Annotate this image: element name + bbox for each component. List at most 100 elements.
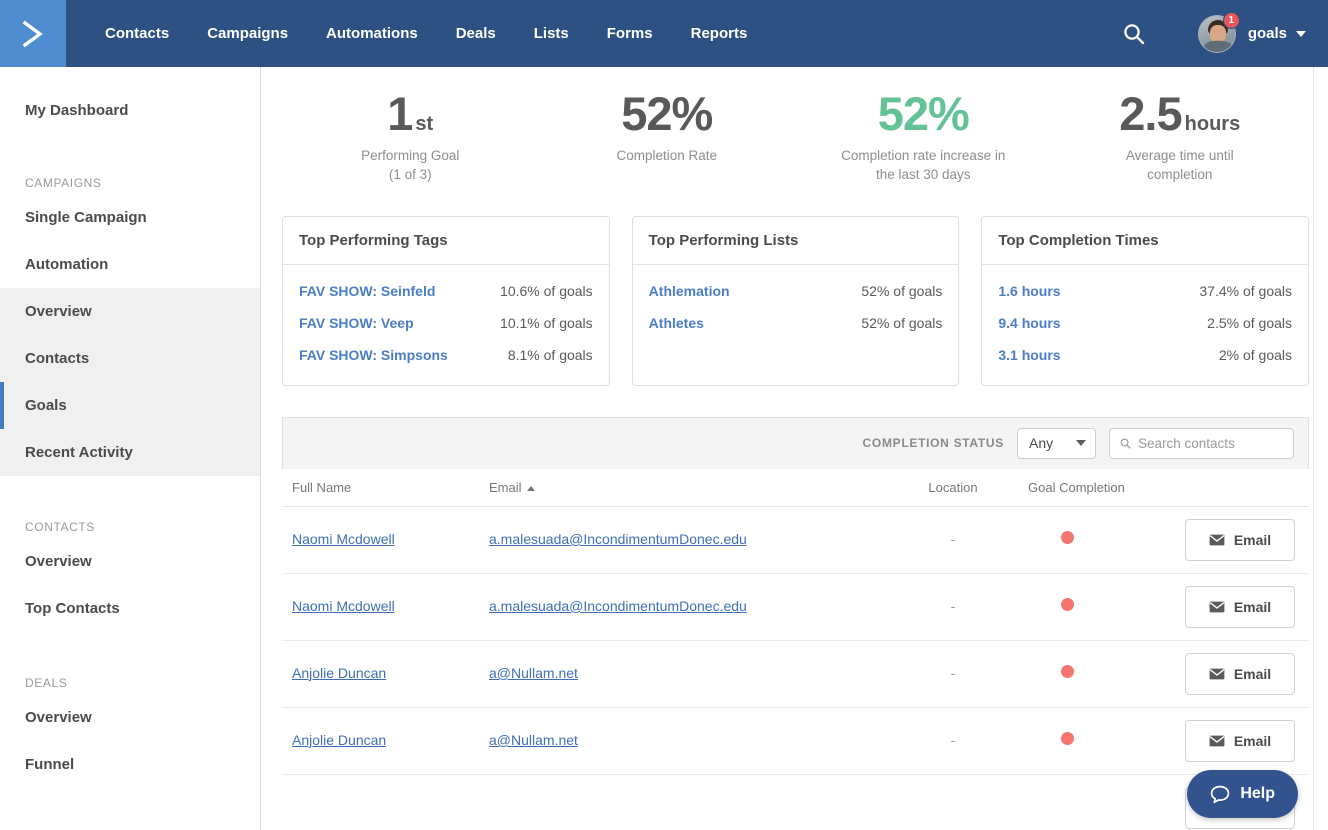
search-icon bbox=[1124, 23, 1145, 44]
column-header-goal-completion[interactable]: Goal Completion bbox=[1013, 480, 1163, 495]
nav-item-forms[interactable]: Forms bbox=[588, 0, 672, 67]
kpi-number: 1 bbox=[387, 87, 413, 140]
envelope-icon bbox=[1209, 668, 1225, 680]
sidebar-item-label: Recent Activity bbox=[25, 444, 133, 461]
card-item-link[interactable]: Athletes bbox=[649, 315, 704, 331]
sidebar-item-campaigns-contacts[interactable]: Contacts bbox=[0, 335, 260, 382]
cell-location: - bbox=[893, 665, 1013, 683]
contact-email-link[interactable]: a.malesuada@IncondimentumDonec.edu bbox=[489, 531, 747, 547]
card-body: FAV SHOW: Seinfeld 10.6% of goals FAV SH… bbox=[283, 265, 609, 385]
top-nav-right-cluster: 1 goals bbox=[1114, 0, 1328, 67]
kpi-unit: hours bbox=[1184, 113, 1241, 135]
content-right-divider bbox=[1313, 67, 1314, 830]
contact-name-link[interactable]: Naomi Mcdowell bbox=[292, 531, 395, 547]
card-item-link[interactable]: 9.4 hours bbox=[998, 315, 1060, 331]
table-row: Naomi Mcdowell a.malesuada@Incondimentum… bbox=[282, 507, 1309, 574]
kpi-value: 2.5 hours bbox=[1052, 89, 1309, 139]
location-value: - bbox=[950, 664, 956, 681]
card-list-item: FAV SHOW: Veep 10.1% of goals bbox=[299, 307, 593, 339]
table-row: Anjolie Duncan a@Nullam.net - Email bbox=[282, 641, 1309, 708]
table-filter-bar: COMPLETION STATUS Any bbox=[282, 416, 1309, 469]
card-list-item: Athletes 52% of goals bbox=[649, 307, 943, 339]
nav-item-deals[interactable]: Deals bbox=[437, 0, 515, 67]
help-widget-label: Help bbox=[1240, 785, 1275, 802]
cell-email: a.malesuada@IncondimentumDonec.edu bbox=[489, 598, 893, 616]
email-button-label: Email bbox=[1233, 665, 1272, 682]
sidebar-item-contacts-overview[interactable]: Overview bbox=[0, 538, 260, 585]
nav-item-reports[interactable]: Reports bbox=[672, 0, 767, 67]
sidebar-item-label: My Dashboard bbox=[25, 102, 129, 119]
sidebar-heading-contacts: CONTACTS bbox=[25, 520, 95, 534]
card-item-value: 8.1% of goals bbox=[507, 346, 593, 363]
sidebar-item-label: Contacts bbox=[25, 350, 90, 367]
card-body: Athlemation 52% of goals Athletes 52% of… bbox=[633, 265, 959, 367]
contact-email-link[interactable]: a.malesuada@IncondimentumDonec.edu bbox=[489, 598, 747, 614]
sidebar-item-goals[interactable]: Goals bbox=[0, 382, 260, 429]
sidebar-item-single-campaign[interactable]: Single Campaign bbox=[0, 194, 260, 241]
card-title: Top Performing Tags bbox=[283, 217, 609, 265]
kpi-label-line1: Performing Goal bbox=[361, 147, 460, 163]
cell-location: - bbox=[893, 732, 1013, 750]
contact-name-link[interactable]: Anjolie Duncan bbox=[292, 732, 386, 748]
card-item-value: 10.1% of goals bbox=[500, 314, 593, 331]
email-button[interactable]: Email bbox=[1185, 719, 1295, 762]
card-list-item: FAV SHOW: Seinfeld 10.6% of goals bbox=[299, 275, 593, 307]
sidebar-item-funnel[interactable]: Funnel bbox=[0, 741, 260, 788]
user-name-label: goals bbox=[1247, 25, 1287, 42]
search-contacts-box[interactable] bbox=[1109, 427, 1294, 459]
completion-status-select[interactable]: Any bbox=[1017, 427, 1096, 459]
email-button[interactable]: Email bbox=[1185, 585, 1295, 628]
kpi-label: Completion Rate bbox=[572, 146, 762, 166]
card-item-link[interactable]: 3.1 hours bbox=[998, 347, 1060, 363]
contact-name-link[interactable]: Naomi Mcdowell bbox=[292, 598, 395, 614]
location-value: - bbox=[950, 597, 956, 614]
help-widget-button[interactable]: Help bbox=[1187, 770, 1298, 818]
column-header-full-name[interactable]: Full Name bbox=[282, 480, 489, 495]
email-button-label: Email bbox=[1233, 598, 1272, 615]
sidebar-item-deals-overview[interactable]: Overview bbox=[0, 694, 260, 741]
card-item-value: 52% of goals bbox=[861, 282, 943, 299]
card-item-link[interactable]: Athlemation bbox=[649, 283, 730, 299]
status-dot-icon bbox=[1061, 731, 1074, 745]
sidebar-item-my-dashboard[interactable]: My Dashboard bbox=[0, 87, 260, 134]
kpi-label-line2: (1 of 3) bbox=[388, 167, 432, 183]
card-top-performing-lists: Top Performing Lists Athlemation 52% of … bbox=[631, 215, 960, 386]
sidebar-item-automation[interactable]: Automation bbox=[0, 241, 260, 288]
card-item-link[interactable]: 1.6 hours bbox=[998, 283, 1060, 299]
location-value: - bbox=[950, 731, 956, 748]
search-contacts-input[interactable] bbox=[1138, 435, 1283, 451]
contact-email-link[interactable]: a@Nullam.net bbox=[489, 732, 578, 748]
user-menu[interactable]: 1 goals bbox=[1197, 11, 1306, 53]
email-button[interactable]: Email bbox=[1185, 652, 1295, 695]
notification-badge[interactable]: 1 bbox=[1222, 11, 1240, 29]
kpi-label-line1: Average time until bbox=[1125, 147, 1234, 163]
card-item-link[interactable]: FAV SHOW: Simpsons bbox=[299, 347, 448, 363]
kpi-label-line2: the last 30 days bbox=[875, 167, 971, 183]
column-header-email[interactable]: Email bbox=[489, 480, 893, 495]
card-title: Top Performing Lists bbox=[632, 217, 959, 265]
global-search-button[interactable] bbox=[1114, 14, 1154, 54]
location-value: - bbox=[950, 530, 956, 547]
card-item-link[interactable]: FAV SHOW: Seinfeld bbox=[299, 283, 435, 299]
email-button[interactable]: Email bbox=[1185, 518, 1295, 561]
card-list-item: 1.6 hours 37.4% of goals bbox=[998, 275, 1292, 307]
cell-goal-completion bbox=[1013, 731, 1163, 750]
sidebar-item-recent-activity[interactable]: Recent Activity bbox=[0, 429, 260, 476]
contact-name-link[interactable]: Anjolie Duncan bbox=[292, 665, 386, 681]
cell-actions: Email bbox=[1163, 585, 1309, 628]
cell-goal-completion bbox=[1013, 530, 1163, 549]
cell-actions: Email bbox=[1163, 719, 1309, 762]
column-header-location[interactable]: Location bbox=[893, 480, 1013, 495]
nav-item-contacts[interactable]: Contacts bbox=[86, 0, 188, 67]
app-logo[interactable] bbox=[0, 0, 66, 67]
cell-location: - bbox=[893, 598, 1013, 616]
nav-item-lists[interactable]: Lists bbox=[515, 0, 588, 67]
sidebar-item-top-contacts[interactable]: Top Contacts bbox=[0, 585, 260, 632]
nav-item-campaigns[interactable]: Campaigns bbox=[188, 0, 307, 67]
sidebar-item-campaigns-overview[interactable]: Overview bbox=[0, 288, 260, 335]
card-item-link[interactable]: FAV SHOW: Veep bbox=[299, 315, 414, 331]
kpi-number: 52% bbox=[877, 87, 970, 140]
kpi-number: 2.5 bbox=[1119, 87, 1182, 140]
contact-email-link[interactable]: a@Nullam.net bbox=[489, 665, 578, 681]
nav-item-automations[interactable]: Automations bbox=[307, 0, 437, 67]
